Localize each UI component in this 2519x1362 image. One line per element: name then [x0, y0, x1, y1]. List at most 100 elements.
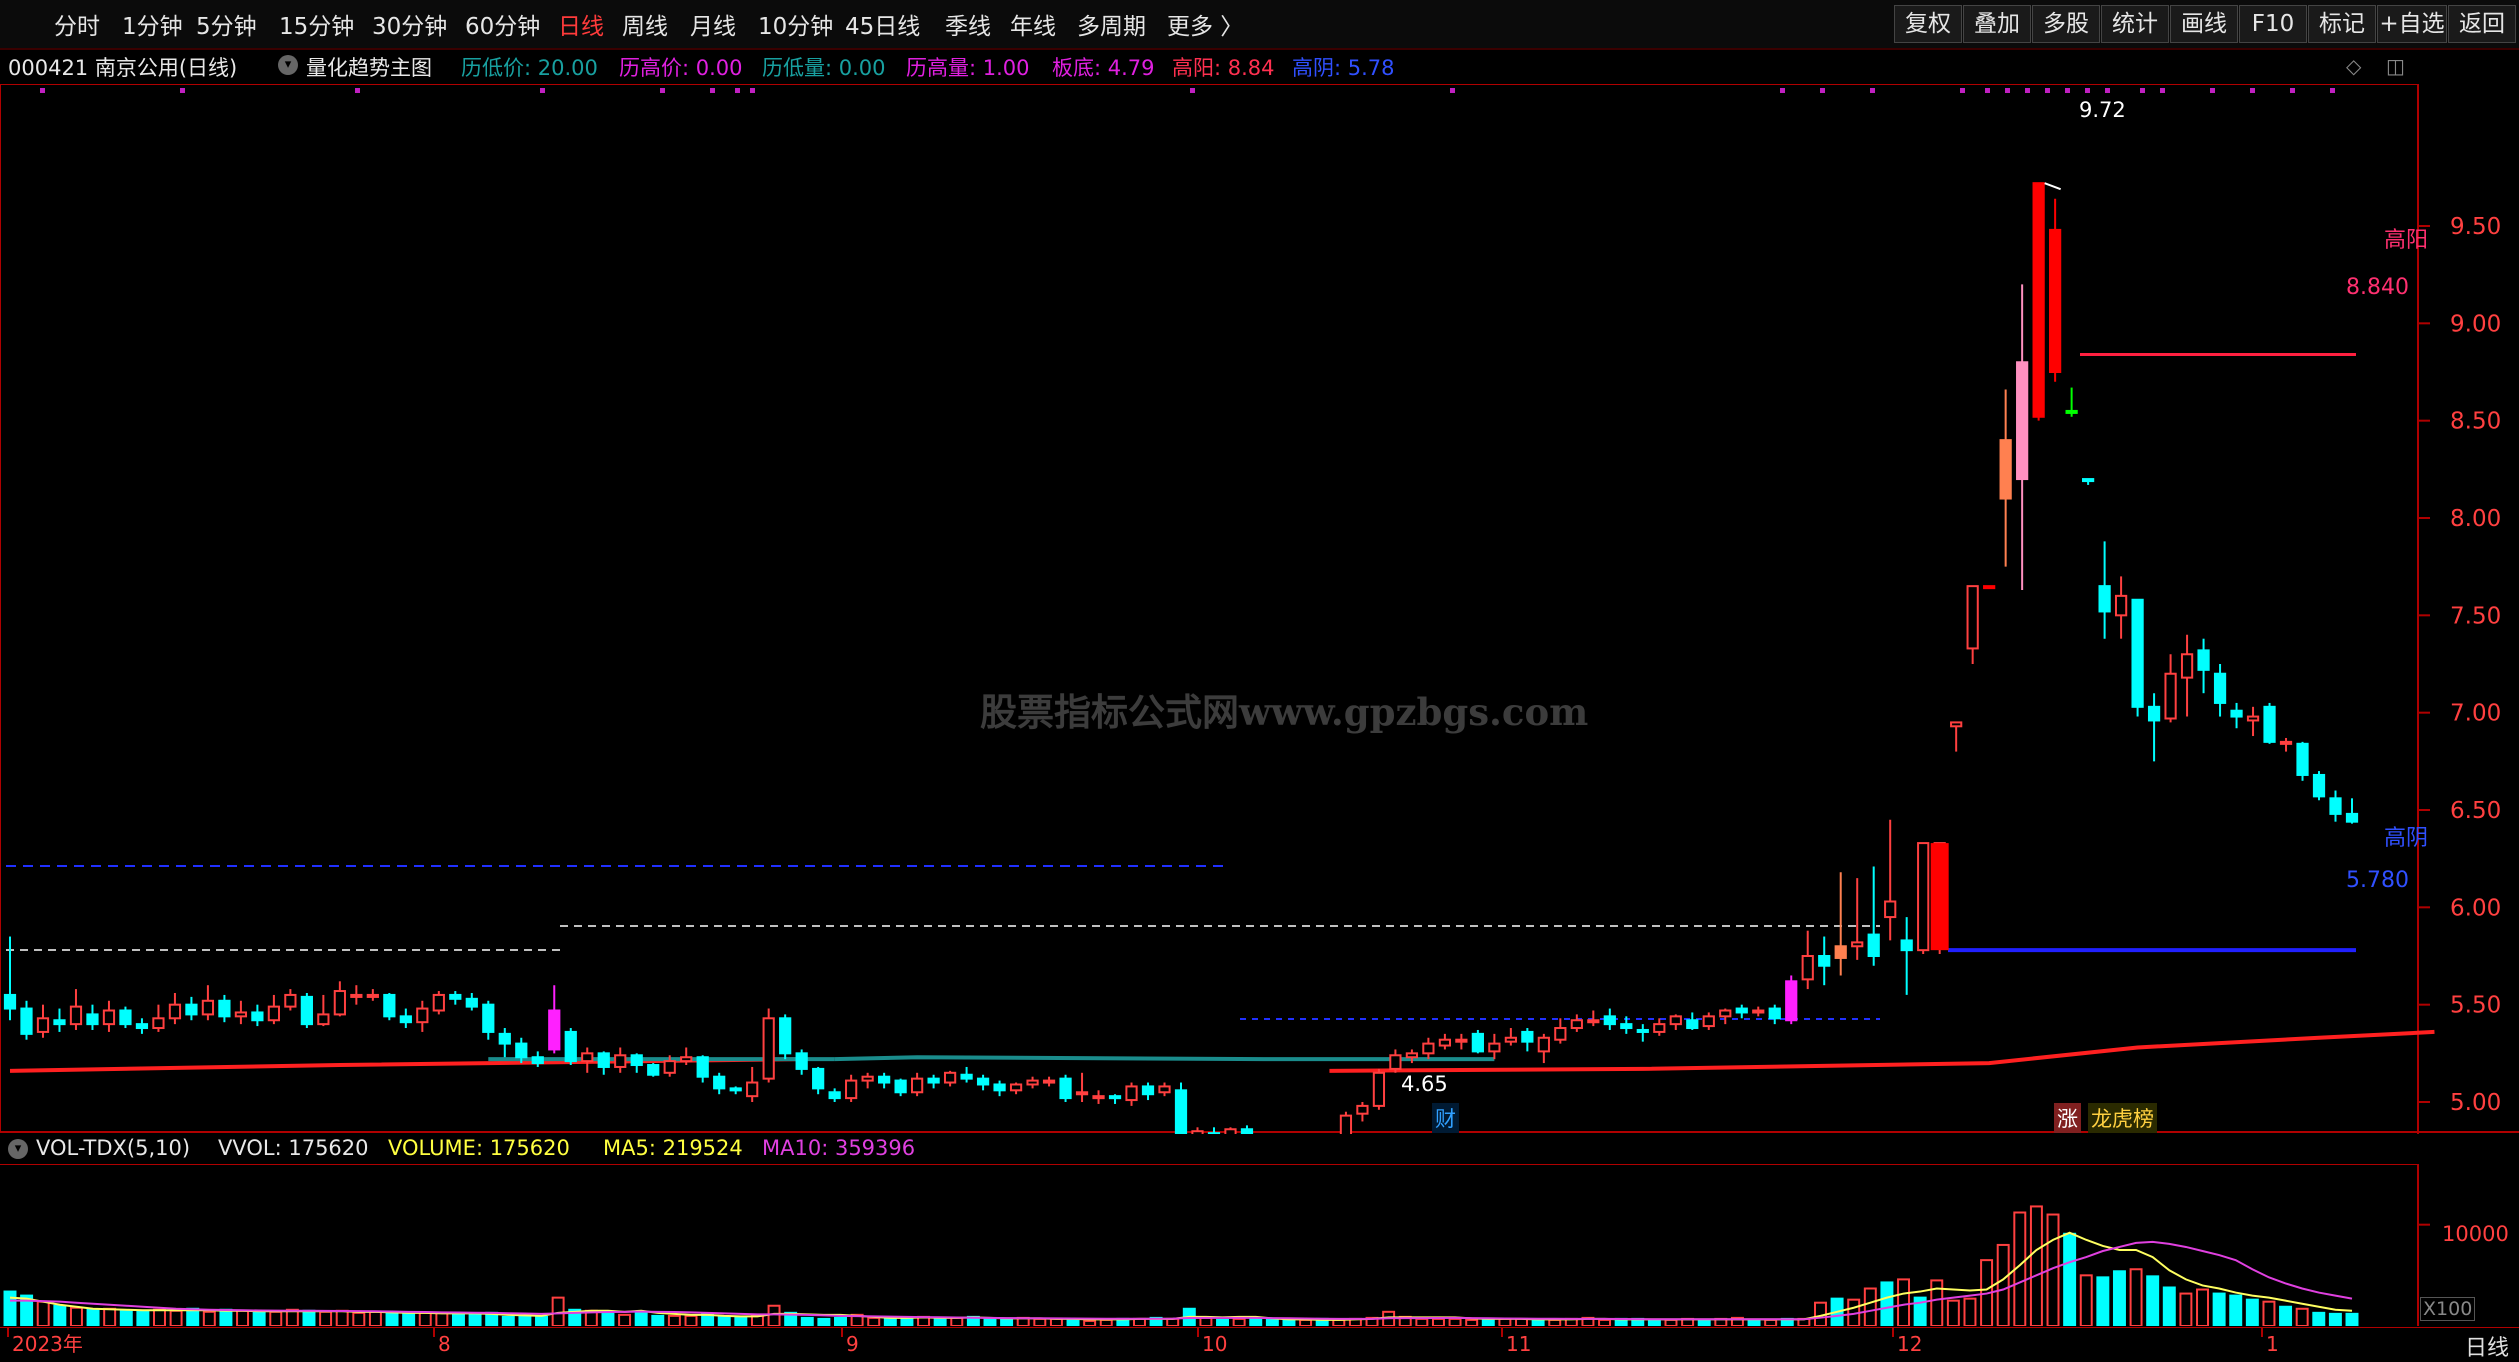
volume-bar	[1216, 1318, 1230, 1326]
candle-body	[1356, 1104, 1369, 1115]
volume-bar	[319, 1310, 333, 1326]
volume-bar	[252, 1311, 266, 1326]
candle-body	[350, 993, 363, 998]
period-2[interactable]: 5分钟	[196, 7, 257, 41]
period-7[interactable]: 周线	[622, 7, 668, 41]
highest-volume: 历高量: 1.00	[906, 56, 1030, 80]
candle	[531, 1051, 544, 1067]
volume-bar	[2096, 1276, 2110, 1326]
stock-title: 000421 南京公用(日线)	[8, 56, 238, 80]
period-8[interactable]: 月线	[690, 7, 736, 41]
volume-bar	[535, 1315, 548, 1326]
candle	[2213, 664, 2227, 717]
low-marker-label: 4.65	[1401, 1072, 1448, 1096]
toolbar-button-0[interactable]: 复权	[1894, 5, 1962, 43]
candle-body	[432, 993, 445, 1012]
candle-body	[119, 1009, 132, 1026]
candle-body	[1966, 585, 1979, 650]
period-13[interactable]: 多周期	[1077, 7, 1146, 41]
high-yang-value: 8.840	[2346, 275, 2409, 300]
volume-bar	[1232, 1317, 1246, 1326]
candle	[1224, 1127, 1237, 1134]
y-tick-label: 8.00	[2450, 506, 2501, 532]
toolbar-button-2[interactable]: 多股	[2032, 5, 2100, 43]
toolbar-button-6[interactable]: 标记	[2308, 5, 2376, 43]
candle-body	[531, 1056, 544, 1065]
candle	[36, 1004, 50, 1038]
signal-dot	[2210, 88, 2215, 93]
candle-body	[1141, 1085, 1155, 1096]
financial-event-badge[interactable]: 财	[1432, 1103, 1459, 1133]
candle-body	[1636, 1028, 1649, 1033]
candle	[366, 989, 379, 1001]
toolbar-button-5[interactable]: F10	[2239, 5, 2307, 43]
diamond-icon[interactable]: ◇	[2346, 54, 2361, 78]
period-1[interactable]: 1分钟	[122, 7, 183, 41]
candle	[1356, 1102, 1369, 1122]
volume-bar	[684, 1314, 698, 1326]
limit-up-candle	[1930, 843, 1949, 951]
candle	[2197, 638, 2210, 694]
volume-indicator-name[interactable]: VOL-TDX(5,10)	[36, 1136, 190, 1160]
period-6[interactable]: 日线	[558, 7, 604, 41]
candle	[1108, 1094, 1122, 1104]
period-14[interactable]: 更多 〉	[1167, 7, 1243, 41]
candle	[729, 1086, 742, 1095]
volume-bar	[86, 1308, 100, 1326]
candle	[1851, 878, 1864, 960]
period-10[interactable]: 45日线	[845, 7, 920, 41]
period-4[interactable]: 30分钟	[372, 7, 447, 41]
period-9[interactable]: 10分钟	[758, 7, 833, 41]
y-tick-label: 8.50	[2450, 409, 2501, 435]
toolbar-button-8[interactable]: 返回	[2448, 5, 2516, 43]
indicator-menu-icon[interactable]: ▾	[278, 55, 298, 75]
volume-bar	[2179, 1292, 2193, 1326]
candle-body	[251, 1011, 264, 1022]
candle-body	[581, 1052, 594, 1063]
candle	[449, 991, 462, 1005]
toolbar-button-1[interactable]: 叠加	[1963, 5, 2031, 43]
period-5[interactable]: 60分钟	[465, 7, 540, 41]
candle-body	[2312, 773, 2326, 798]
volume-bar	[1647, 1318, 1661, 1326]
volume-bar	[734, 1316, 748, 1326]
toolbar-button-7[interactable]: +自选	[2377, 5, 2447, 43]
y-tick-label: 7.50	[2450, 603, 2501, 629]
candle	[1092, 1090, 1105, 1104]
candle	[1422, 1037, 1435, 1060]
period-3[interactable]: 15分钟	[279, 7, 354, 41]
period-0[interactable]: 分时	[54, 7, 100, 41]
date-tick-label: 11	[1506, 1332, 1531, 1356]
candle	[878, 1072, 891, 1089]
candle	[1917, 842, 1930, 955]
high-yin: 高阴: 5.78	[1292, 56, 1395, 80]
candle	[2147, 693, 2161, 762]
candle-body	[1075, 1091, 1089, 1096]
candle	[2180, 634, 2194, 717]
candle-body	[284, 993, 297, 1008]
dragon-tiger-badge[interactable]: 龙虎榜	[2088, 1103, 2157, 1133]
pane-toggle-icon[interactable]: ◫	[2386, 54, 2405, 78]
candle-body	[1653, 1023, 1666, 1033]
candle	[152, 1004, 165, 1032]
limit-up-badge[interactable]: 涨	[2054, 1103, 2081, 1133]
candle	[927, 1074, 940, 1089]
toolbar-button-3[interactable]: 统计	[2101, 5, 2169, 43]
candle	[86, 1004, 99, 1030]
period-12[interactable]: 年线	[1010, 7, 1056, 41]
volume-bar	[119, 1309, 133, 1326]
candle-body	[1174, 1089, 1188, 1134]
candle	[465, 992, 478, 1011]
candle	[1075, 1072, 1089, 1102]
toolbar-button-4[interactable]: 画线	[2170, 5, 2238, 43]
candle-body	[1422, 1042, 1435, 1055]
period-11[interactable]: 季线	[945, 7, 991, 41]
candle-body	[465, 997, 478, 1008]
candle	[581, 1047, 594, 1073]
volume-menu-icon[interactable]: ▾	[8, 1139, 28, 1159]
volume-bar	[2129, 1268, 2143, 1326]
candle-body	[1884, 900, 1897, 919]
y-tick-label: 6.00	[2450, 895, 2501, 921]
indicator-name[interactable]: 量化趋势主图	[306, 52, 432, 82]
candle-body	[2180, 653, 2194, 679]
